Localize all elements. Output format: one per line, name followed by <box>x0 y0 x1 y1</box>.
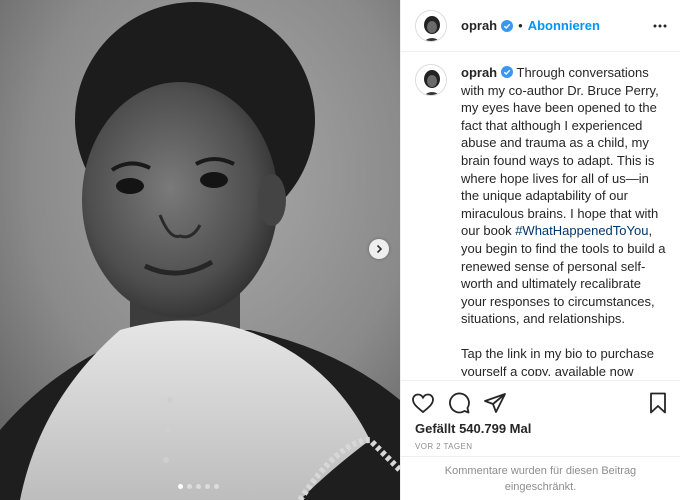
caption-text: oprah Through conversations with my co-a… <box>461 64 666 376</box>
comments-area[interactable]: oprah Through conversations with my co-a… <box>401 64 680 376</box>
carousel-dot <box>187 484 192 489</box>
bookmark-icon[interactable] <box>646 391 670 415</box>
caption-paragraph-2: Tap the link in my bio to purchase yours… <box>461 345 654 376</box>
like-count[interactable]: Gefällt 540.799 Mal <box>415 421 531 436</box>
avatar-image <box>416 65 446 95</box>
comment-icon[interactable] <box>447 391 471 415</box>
carousel-dot <box>178 484 183 489</box>
more-options-icon[interactable] <box>652 18 668 39</box>
header-username[interactable]: oprah <box>461 18 497 33</box>
caption-body: Through conversations with my co-author … <box>461 65 659 239</box>
chevron-right-icon <box>376 244 383 254</box>
carousel-next-button[interactable] <box>369 239 389 259</box>
caption-body-continued: , you begin to find the tools to build a… <box>461 223 666 327</box>
share-icon[interactable] <box>483 391 507 415</box>
comments-restricted-text: Kommentare wurden für diesen Beitrag ein… <box>444 464 637 493</box>
post-image[interactable] <box>0 0 400 500</box>
carousel-dot <box>205 484 210 489</box>
carousel-dot <box>196 484 201 489</box>
caption-username[interactable]: oprah <box>461 65 497 80</box>
heart-icon[interactable] <box>411 391 435 415</box>
verified-badge-icon <box>501 66 514 78</box>
avatar-image <box>416 10 446 41</box>
post-header: oprah • Abonnieren <box>401 0 680 52</box>
action-bar <box>401 380 680 424</box>
portrait-photo <box>0 0 400 500</box>
verified-badge-icon <box>501 19 514 32</box>
post-timestamp[interactable]: VOR 2 TAGEN <box>415 442 472 451</box>
carousel-dot <box>214 484 219 489</box>
follow-button[interactable]: Abonnieren <box>528 18 600 33</box>
hashtag-link[interactable]: #WhatHappenedToYou <box>515 223 648 238</box>
carousel-indicator <box>178 484 219 489</box>
header-separator: • <box>518 18 523 33</box>
post-details-panel: oprah • Abonnieren oprah Through convers… <box>400 0 680 500</box>
avatar[interactable] <box>415 64 447 96</box>
post-caption: oprah Through conversations with my co-a… <box>415 64 666 376</box>
comments-restricted-notice: Kommentare wurden für diesen Beitrag ein… <box>401 456 680 500</box>
avatar[interactable] <box>415 9 447 42</box>
